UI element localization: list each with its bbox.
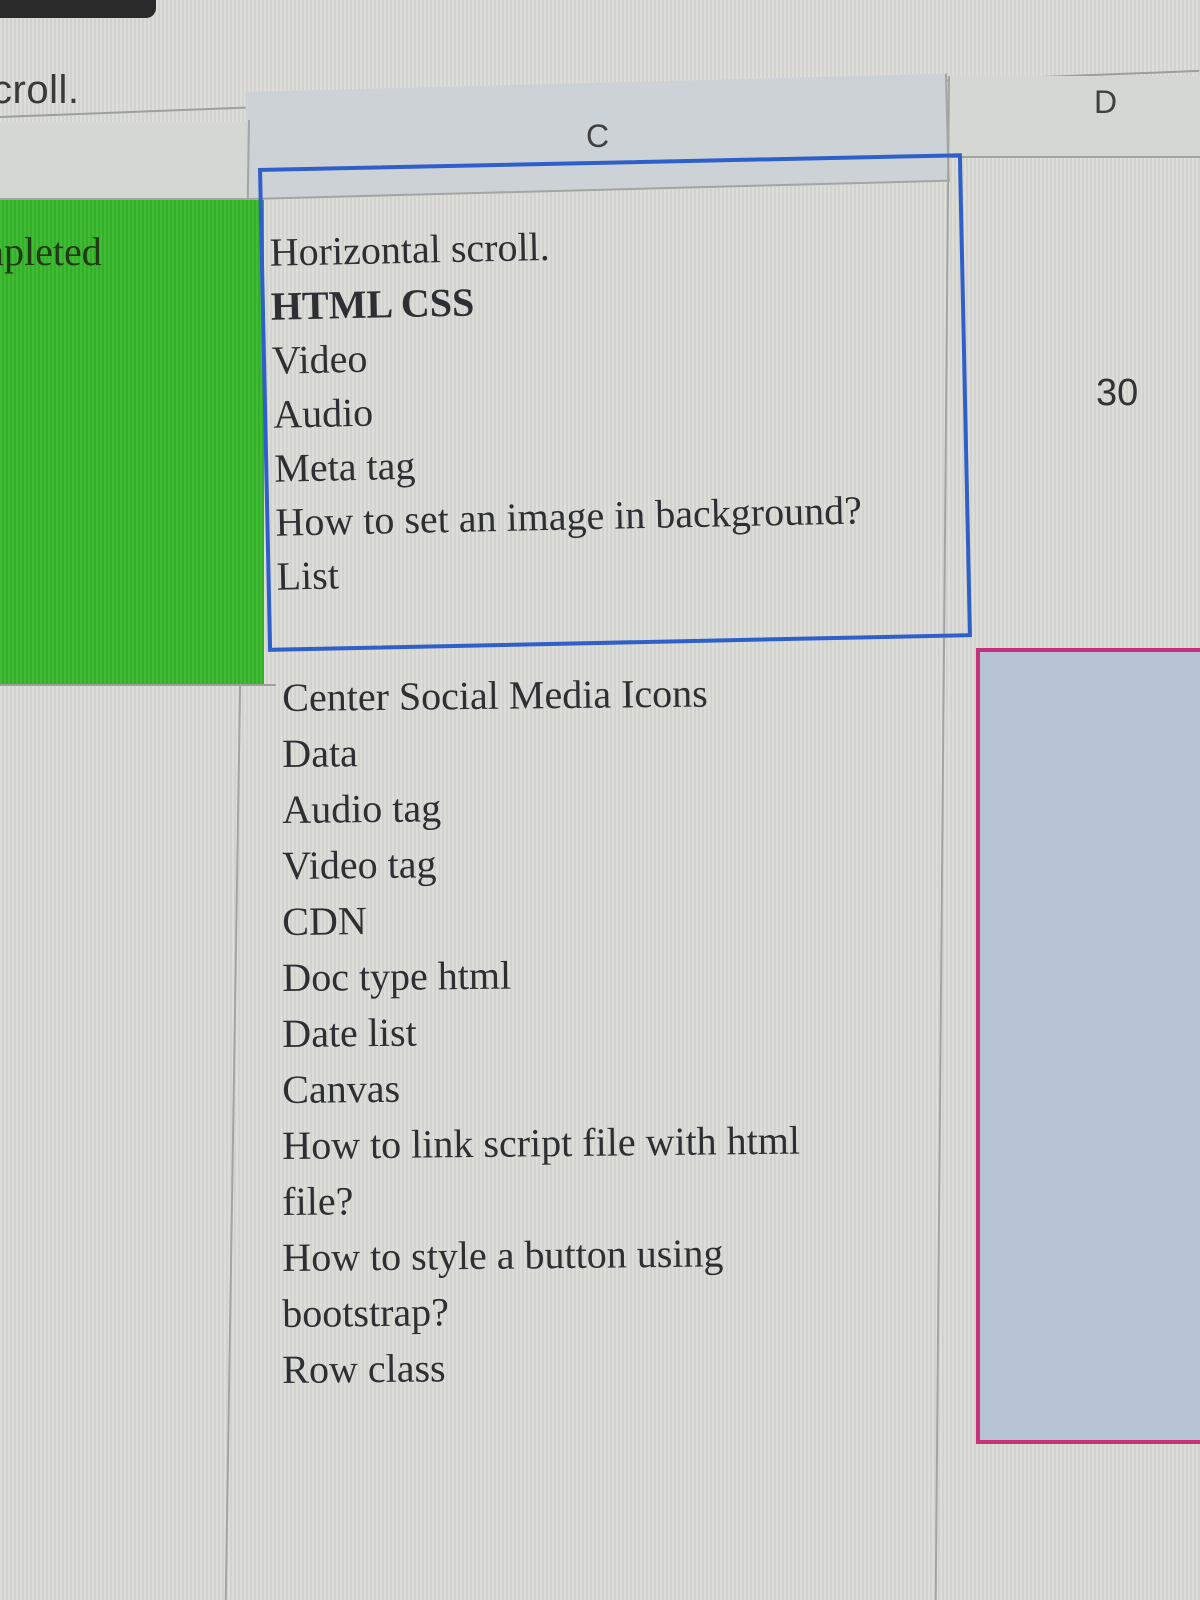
- cell-line: Doc type html: [282, 952, 512, 1000]
- cell-d-value[interactable]: 30: [1096, 372, 1138, 415]
- cell-line: How to link script file with html: [282, 1117, 801, 1168]
- next-cell-content: Center Social Media Icons Data Audio tag…: [282, 670, 800, 1398]
- cell-line: CDN: [282, 898, 367, 944]
- active-cell-content: Horizontal scroll. HTML CSS Video Audio …: [269, 213, 863, 603]
- cell-line: Center Social Media Icons: [282, 670, 708, 720]
- column-header-d[interactable]: [948, 76, 1200, 158]
- cell-line: bootstrap?: [282, 1289, 450, 1336]
- cell-line: Video tag: [282, 841, 437, 888]
- cell-line: Canvas: [282, 1065, 401, 1112]
- spreadsheet-view: croll. C D npleted Horizontal scroll. HT…: [0, 0, 1200, 1600]
- selected-range-d[interactable]: [976, 648, 1200, 1444]
- cell-line: Audio tag: [282, 785, 442, 832]
- cell-line: file?: [282, 1178, 354, 1224]
- cell-line: Date list: [282, 1009, 417, 1056]
- cell-line: How to style a button using: [282, 1230, 724, 1280]
- column-letter-c: C: [586, 118, 610, 154]
- cell-line: Data: [282, 730, 359, 776]
- toolbar-edge: [0, 0, 156, 18]
- active-cell-c[interactable]: Horizontal scroll. HTML CSS Video Audio …: [258, 153, 972, 652]
- status-cell-text: npleted: [0, 229, 102, 274]
- gridline-row: [0, 684, 276, 686]
- column-letter-d: D: [1094, 84, 1118, 120]
- cell-line: Row class: [282, 1345, 446, 1392]
- formula-bar-text[interactable]: croll.: [0, 68, 79, 113]
- column-header-b[interactable]: [0, 122, 250, 200]
